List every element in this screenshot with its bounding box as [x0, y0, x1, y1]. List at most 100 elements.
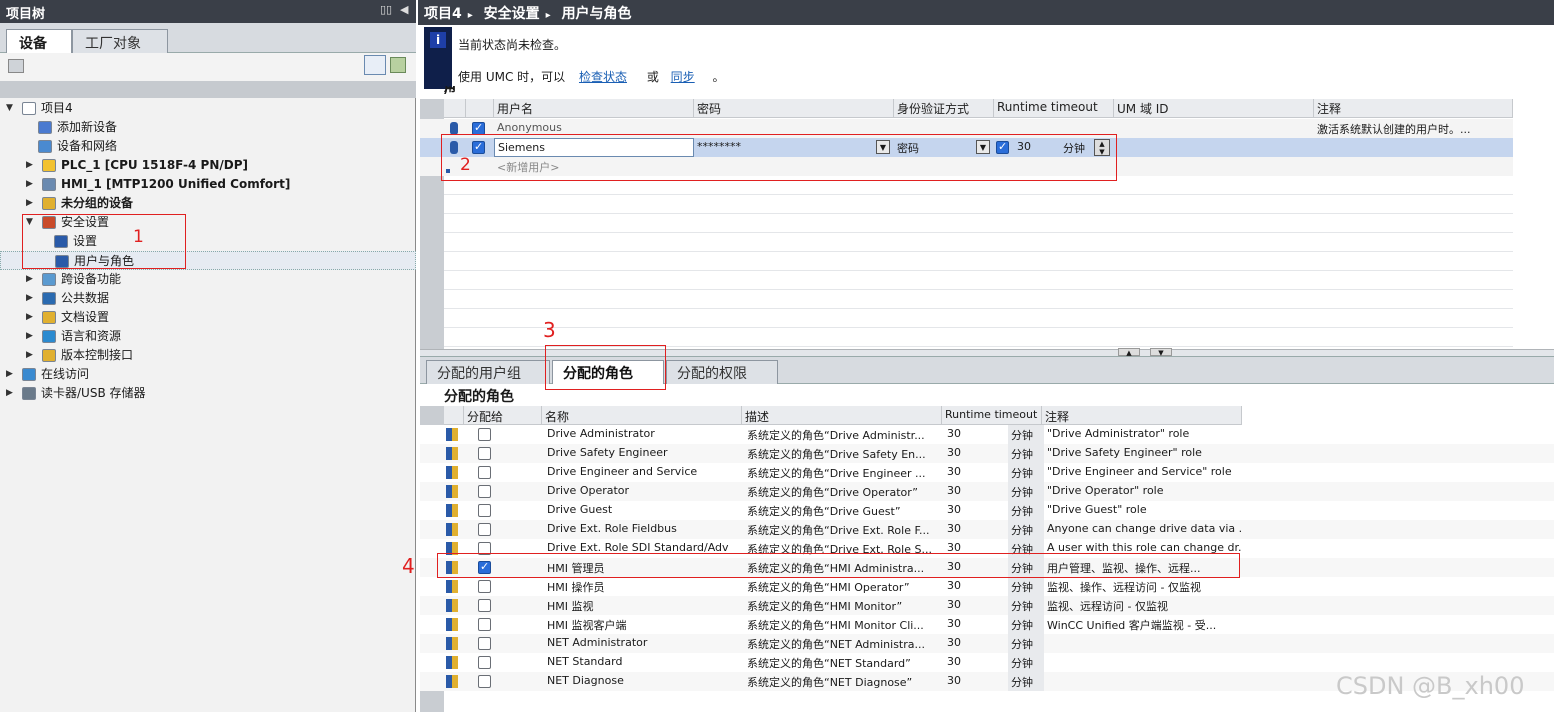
- role-description-cell[interactable]: 系统定义的角色“Drive Ext. Role F...: [744, 520, 940, 539]
- roles-header-name[interactable]: 名称: [542, 406, 742, 425]
- tree-item[interactable]: ▶ 公共数据: [0, 289, 416, 308]
- detail-view-icon[interactable]: [364, 55, 386, 75]
- role-timeout-cell[interactable]: 30: [944, 615, 984, 634]
- role-name-cell[interactable]: Drive Operator: [544, 482, 740, 501]
- role-description-cell[interactable]: 系统定义的角色“NET Diagnose”: [744, 672, 940, 691]
- tree-item[interactable]: ▶ 版本控制接口: [0, 346, 416, 365]
- role-description-cell[interactable]: 系统定义的角色“Drive Guest”: [744, 501, 940, 520]
- role-comment-cell[interactable]: Anyone can change drive data via ...: [1044, 520, 1242, 539]
- role-description-cell[interactable]: 系统定义的角色“NET Standard”: [744, 653, 940, 672]
- collapsed-arrow-icon[interactable]: ▶: [26, 156, 33, 175]
- role-timeout-cell[interactable]: 30: [944, 653, 984, 672]
- tab-devices[interactable]: 设备: [6, 29, 72, 53]
- tree-item[interactable]: ▶ HMI_1 [MTP1200 Unified Comfort]: [0, 175, 416, 194]
- sync-link[interactable]: 同步: [671, 70, 695, 84]
- role-assigned-checkbox[interactable]: [478, 523, 491, 536]
- role-row[interactable]: HMI 监视 系统定义的角色“HMI Monitor” 30 分钟 监视、远程访问 - …: [420, 596, 1554, 615]
- breadcrumb-security[interactable]: 安全设置: [484, 6, 540, 22]
- collapsed-arrow-icon[interactable]: ▶: [26, 327, 33, 346]
- role-assigned-checkbox[interactable]: [478, 599, 491, 612]
- role-row[interactable]: Drive Operator 系统定义的角色“Drive Operator” 30 分…: [420, 482, 1554, 501]
- role-comment-cell[interactable]: "Drive Administrator" role: [1044, 425, 1242, 444]
- tab-plant-objects[interactable]: 工厂对象: [72, 29, 168, 53]
- role-row[interactable]: HMI 操作员 系统定义的角色“HMI Operator” 30 分钟 监视、操作、远程…: [420, 577, 1554, 596]
- collapsed-arrow-icon[interactable]: ▶: [6, 384, 13, 403]
- tab-assigned-groups[interactable]: 分配的用户组: [426, 360, 550, 384]
- collapsed-arrow-icon[interactable]: ▶: [26, 308, 33, 327]
- collapsed-arrow-icon[interactable]: ▶: [26, 175, 33, 194]
- tree-item[interactable]: ▶ 跨设备功能: [0, 270, 416, 289]
- role-name-cell[interactable]: Drive Ext. Role Fieldbus: [544, 520, 740, 539]
- role-row[interactable]: Drive Guest 系统定义的角色“Drive Guest” 30 分钟 "Driv…: [420, 501, 1554, 520]
- users-header-password[interactable]: 密码: [694, 99, 894, 118]
- collapsed-arrow-icon[interactable]: ▶: [26, 346, 33, 365]
- role-name-cell[interactable]: HMI 监视客户端: [544, 615, 740, 634]
- pin-icon[interactable]: ▯▯: [380, 3, 392, 16]
- users-header-comment[interactable]: 注释: [1314, 99, 1513, 118]
- role-row[interactable]: HMI 监视客户端 系统定义的角色“HMI Monitor Cli... 30 分钟 W…: [420, 615, 1554, 634]
- role-row[interactable]: Drive Safety Engineer 系统定义的角色“Drive Safet…: [420, 444, 1554, 463]
- role-assigned-checkbox[interactable]: [478, 580, 491, 593]
- expanded-arrow-icon[interactable]: ▼: [6, 99, 13, 118]
- user-comment-cell[interactable]: 激活系统默认创建的用户时。...: [1314, 119, 1513, 138]
- role-assigned-checkbox[interactable]: [478, 428, 491, 441]
- role-comment-cell[interactable]: "Drive Operator" role: [1044, 482, 1242, 501]
- tree-item[interactable]: ▶ 读卡器/USB 存储器: [0, 384, 416, 403]
- role-assigned-checkbox[interactable]: [478, 618, 491, 631]
- roles-header-description[interactable]: 描述: [742, 406, 942, 425]
- tree-item[interactable]: ▶ 文档设置: [0, 308, 416, 327]
- tab-assigned-rights[interactable]: 分配的权限: [666, 360, 778, 384]
- tree-options-icon[interactable]: [390, 57, 406, 73]
- role-description-cell[interactable]: 系统定义的角色“HMI Operator”: [744, 577, 940, 596]
- role-comment-cell[interactable]: 监视、远程访问 - 仅监视: [1044, 596, 1242, 615]
- users-header-timeout[interactable]: Runtime timeout: [994, 99, 1114, 118]
- users-header-name[interactable]: 用户名: [494, 99, 694, 118]
- role-row[interactable]: NET Administrator 系统定义的角色“NET Administra.…: [420, 634, 1554, 653]
- splitter-up-icon[interactable]: ▲: [1118, 348, 1140, 357]
- role-comment-cell[interactable]: [1044, 634, 1242, 653]
- tree-item[interactable]: ▶ 未分组的设备: [0, 194, 416, 213]
- tree-item[interactable]: ▶ PLC_1 [CPU 1518F-4 PN/DP]: [0, 156, 416, 175]
- role-assigned-checkbox[interactable]: [478, 656, 491, 669]
- breadcrumb-project[interactable]: 项目4: [424, 6, 462, 22]
- roles-header-assigned[interactable]: 分配给: [464, 406, 542, 425]
- role-assigned-checkbox[interactable]: [478, 485, 491, 498]
- collapsed-arrow-icon[interactable]: ▶: [26, 194, 33, 213]
- role-timeout-cell[interactable]: 30: [944, 501, 984, 520]
- roles-header-comment[interactable]: 注释: [1042, 406, 1242, 425]
- role-timeout-cell[interactable]: 30: [944, 482, 984, 501]
- role-name-cell[interactable]: Drive Administrator: [544, 425, 740, 444]
- users-header-auth[interactable]: 身份验证方式: [894, 99, 994, 118]
- role-comment-cell[interactable]: [1044, 672, 1242, 691]
- role-timeout-cell[interactable]: 30: [944, 463, 984, 482]
- tree-item[interactable]: ▼ 项目4: [0, 99, 416, 118]
- role-description-cell[interactable]: 系统定义的角色“HMI Monitor Cli...: [744, 615, 940, 634]
- role-description-cell[interactable]: 系统定义的角色“Drive Engineer ...: [744, 463, 940, 482]
- tree-item[interactable]: 添加新设备: [0, 118, 416, 137]
- collapsed-arrow-icon[interactable]: ▶: [6, 365, 13, 384]
- role-timeout-cell[interactable]: 30: [944, 425, 984, 444]
- role-name-cell[interactable]: Drive Safety Engineer: [544, 444, 740, 463]
- role-name-cell[interactable]: Drive Guest: [544, 501, 740, 520]
- role-row[interactable]: Drive Administrator 系统定义的角色“Drive Adminis…: [420, 425, 1554, 444]
- role-comment-cell[interactable]: "Drive Engineer and Service" role: [1044, 463, 1242, 482]
- tree-filter-icon[interactable]: [8, 59, 24, 73]
- role-comment-cell[interactable]: WinCC Unified 客户端监视 - 受...: [1044, 615, 1242, 634]
- tree-item[interactable]: 设备和网络: [0, 137, 416, 156]
- role-timeout-cell[interactable]: 30: [944, 444, 984, 463]
- role-description-cell[interactable]: 系统定义的角色“HMI Monitor”: [744, 596, 940, 615]
- role-assigned-checkbox[interactable]: [478, 447, 491, 460]
- role-assigned-checkbox[interactable]: [478, 466, 491, 479]
- tree-item[interactable]: ▶ 在线访问: [0, 365, 416, 384]
- role-timeout-cell[interactable]: 30: [944, 577, 984, 596]
- role-assigned-checkbox[interactable]: [478, 637, 491, 650]
- role-timeout-cell[interactable]: 30: [944, 634, 984, 653]
- role-name-cell[interactable]: Drive Engineer and Service: [544, 463, 740, 482]
- role-description-cell[interactable]: 系统定义的角色“Drive Administr...: [744, 425, 940, 444]
- role-comment-cell[interactable]: 监视、操作、远程访问 - 仅监视: [1044, 577, 1242, 596]
- role-name-cell[interactable]: NET Diagnose: [544, 672, 740, 691]
- role-row[interactable]: NET Standard 系统定义的角色“NET Standard” 30 分钟: [420, 653, 1554, 672]
- check-status-link[interactable]: 检查状态: [579, 70, 627, 84]
- role-comment-cell[interactable]: [1044, 653, 1242, 672]
- role-timeout-cell[interactable]: 30: [944, 520, 984, 539]
